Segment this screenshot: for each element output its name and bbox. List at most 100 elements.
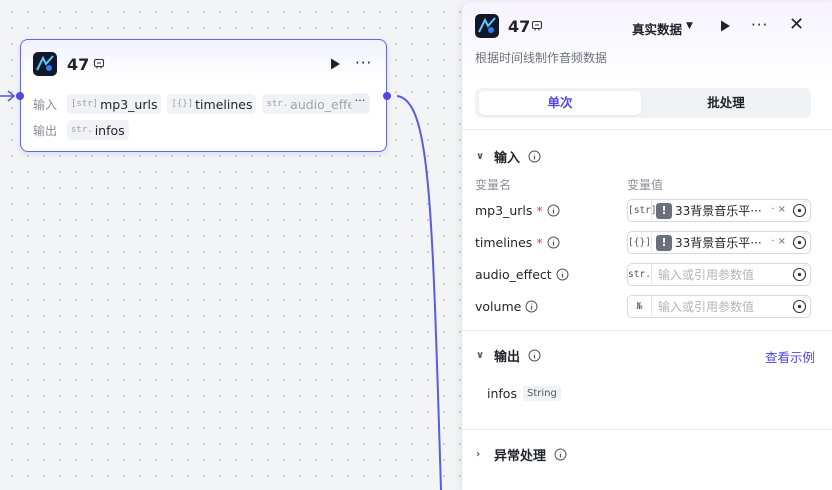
placeholder-text: 输入或引用参数值 [658, 268, 755, 282]
param-value-field[interactable]: [{}] ! 33背景音乐平··· · × [627, 231, 811, 254]
param-name: timelines [195, 96, 253, 112]
param-name: audio_effect [475, 267, 569, 282]
node-output-port[interactable] [383, 92, 391, 100]
param-name-text: audio_effect [475, 267, 552, 282]
caret-down-icon[interactable]: ▼ [686, 21, 693, 31]
param-value-field[interactable]: str. 输入或引用参数值 [627, 263, 811, 286]
divider [462, 129, 832, 130]
error-handling-section-header[interactable]: › 异常处理 [476, 445, 567, 464]
output-item: infos String [487, 386, 561, 401]
node-more-button[interactable]: ··· [355, 54, 372, 72]
reference-text: 33背景音乐平··· [675, 204, 762, 218]
column-header-value: 变量值 [627, 178, 664, 192]
param-name-text: mp3_urls [475, 203, 533, 218]
node-output-label: 输出 [33, 123, 58, 138]
type-indicator: [{}] [628, 232, 652, 253]
node-input-tag: [str] mp3_urls [67, 94, 162, 114]
column-header-name: 变量名 [475, 178, 512, 192]
info-icon[interactable] [525, 300, 538, 313]
outgoing-edge [396, 95, 442, 490]
param-row-volume: volume № 输入或引用参数值 [475, 295, 811, 319]
param-name-text: timelines [475, 235, 533, 250]
run-icon[interactable] [718, 19, 732, 33]
tab-single[interactable]: 单次 [479, 91, 641, 115]
info-icon[interactable] [547, 236, 560, 249]
param-row-mp3-urls: mp3_urls * [str] ! 33背景音乐平··· · × [475, 199, 811, 223]
node-input-tag: [{}] timelines [167, 94, 257, 114]
chevron-down-icon: ∨ [476, 350, 485, 361]
info-icon[interactable] [556, 268, 569, 281]
param-type: str. [266, 99, 289, 109]
info-icon[interactable] [528, 150, 541, 163]
panel-app-icon [475, 14, 499, 38]
node-settings-panel: 47 真实数据 ▼ ··· ✕ 根据时间线制作音频数据 单次 批处理 ∨ 输入 … [461, 2, 832, 490]
plugin-badge-icon [93, 58, 105, 69]
required-mark: * [536, 203, 543, 218]
param-row-audio-effect: audio_effect str. 输入或引用参数值 [475, 263, 811, 287]
panel-more-button[interactable]: ··· [751, 16, 768, 34]
param-name: timelines * [475, 235, 560, 250]
tab-batch[interactable]: 批处理 [645, 91, 807, 115]
param-value-field[interactable]: [str] ! 33背景音乐平··· · × [627, 199, 811, 222]
reference-text: 33背景音乐平··· [675, 236, 762, 250]
incoming-arrow [7, 90, 16, 102]
panel-description: 根据时间线制作音频数据 [475, 51, 608, 65]
section-title: 输出 [494, 350, 521, 365]
divider [462, 330, 832, 331]
node-input-row: 输入 [str] mp3_urls [{}] timelines str. au… [33, 94, 371, 114]
node-app-icon [33, 52, 57, 76]
param-value-field[interactable]: № 输入或引用参数值 [627, 295, 811, 318]
variable-picker-icon[interactable] [792, 235, 807, 250]
info-icon[interactable] [554, 448, 567, 461]
param-name: mp3_urls * [475, 203, 560, 218]
info-icon[interactable] [547, 204, 560, 217]
divider [462, 429, 832, 430]
placeholder-text: 输入或引用参数值 [658, 300, 755, 314]
panel-title: 47 [508, 17, 531, 36]
more-params-button[interactable]: ··· [351, 93, 369, 111]
section-title: 异常处理 [494, 449, 547, 464]
node-title: 47 [67, 55, 90, 74]
clear-reference-icon[interactable]: · × [771, 204, 786, 215]
view-example-link[interactable]: 查看示例 [765, 347, 815, 366]
run-mode-tabs: 单次 批处理 [475, 88, 811, 118]
data-mode-dropdown[interactable]: 真实数据 [632, 19, 682, 38]
required-mark: * [536, 235, 543, 250]
panel-header: 47 真实数据 ▼ ··· ✕ 根据时间线制作音频数据 [462, 2, 832, 81]
run-node-icon[interactable] [328, 57, 342, 71]
output-name: infos [487, 386, 517, 401]
output-type-badge: String [522, 386, 561, 401]
input-section-header[interactable]: ∨ 输入 [476, 147, 541, 166]
close-icon[interactable]: ✕ [789, 14, 804, 35]
warning-icon: ! [656, 202, 672, 219]
param-type: str. [71, 125, 93, 135]
node-output-tag: str. infos [67, 120, 129, 140]
variable-picker-icon[interactable] [792, 267, 807, 282]
param-name: infos [94, 122, 125, 138]
variable-picker-icon[interactable] [792, 299, 807, 314]
warning-icon: ! [656, 234, 672, 251]
node-output-row: 输出 str. infos [33, 120, 129, 140]
output-section-header[interactable]: ∨ 输出 [476, 346, 541, 365]
node-input-port[interactable] [16, 92, 24, 100]
param-name: volume [475, 299, 538, 314]
type-indicator: str. [628, 264, 652, 285]
info-icon[interactable] [528, 349, 541, 362]
param-name: mp3_urls [100, 96, 158, 112]
section-title: 输入 [494, 151, 521, 166]
param-name-text: volume [475, 299, 522, 314]
plugin-badge-icon [531, 20, 543, 31]
workflow-node-47[interactable]: 47 ··· 输入 [str] mp3_urls [{}] timelines … [20, 39, 387, 152]
param-type: [{}] [171, 99, 194, 109]
type-indicator: [str] [628, 200, 657, 221]
clear-reference-icon[interactable]: · × [771, 236, 786, 247]
chevron-right-icon: › [476, 449, 481, 460]
chevron-down-icon: ∨ [476, 151, 485, 162]
node-input-label: 输入 [33, 97, 58, 112]
type-indicator: № [628, 296, 652, 317]
param-type: [str] [71, 99, 99, 109]
reference-chip[interactable]: ! 33背景音乐平··· [656, 234, 762, 251]
variable-picker-icon[interactable] [792, 203, 807, 218]
param-row-timelines: timelines * [{}] ! 33背景音乐平··· · × [475, 231, 811, 255]
reference-chip[interactable]: ! 33背景音乐平··· [656, 202, 762, 219]
